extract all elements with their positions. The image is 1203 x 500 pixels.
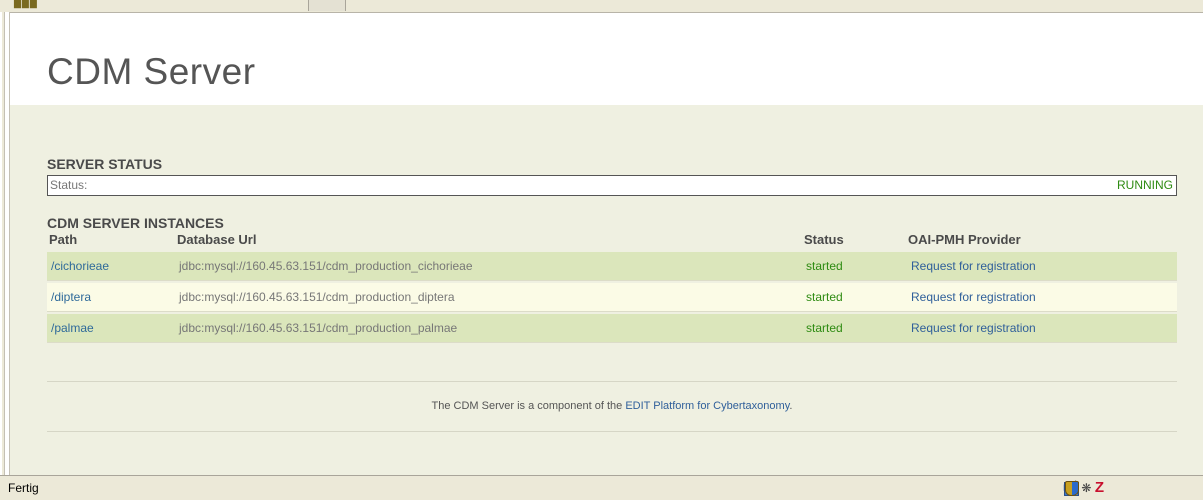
browser-window: ███ CDM Server SERVER STATUS Status: RUN… (0, 0, 1203, 500)
browser-statusbar: Fertig ✉1 ❋ Z (0, 475, 1203, 500)
browser-tab[interactable] (308, 0, 346, 11)
instance-path-link[interactable]: /palmae (51, 314, 94, 342)
footer-text-before: The CDM Server is a component of the (431, 400, 626, 412)
server-status-heading: SERVER STATUS (47, 156, 163, 172)
status-value: RUNNING (1117, 178, 1173, 192)
instance-status: started (806, 290, 843, 304)
instances-table: Path Database Url Status OAI-PMH Provide… (47, 230, 1177, 345)
column-header-status: Status (804, 232, 844, 247)
oai-registration-link[interactable]: Request for registration (911, 252, 1036, 280)
footer-divider-top (47, 381, 1177, 382)
column-header-database-url: Database Url (177, 232, 257, 247)
instance-path-link[interactable]: /diptera (51, 283, 91, 311)
instance-path-link[interactable]: /cichorieae (51, 252, 109, 280)
instance-database-url: jdbc:mysql://160.45.63.151/cdm_productio… (179, 290, 455, 304)
sidebar-edge (0, 12, 10, 475)
browser-toolbar: ███ (0, 0, 1203, 13)
toolbar-grip-icon[interactable]: ███ (14, 0, 48, 9)
bug-icon[interactable]: ❋ (1081, 481, 1091, 495)
table-row: /diptera jdbc:mysql://160.45.63.151/cdm_… (47, 283, 1177, 312)
instances-heading: CDM SERVER INSTANCES (47, 215, 224, 231)
table-header-row: Path Database Url Status OAI-PMH Provide… (47, 230, 1177, 252)
column-header-path: Path (49, 232, 78, 247)
table-row: /palmae jdbc:mysql://160.45.63.151/cdm_p… (47, 314, 1177, 343)
statusbar-tray: ✉1 ❋ Z (1063, 479, 1199, 497)
zotero-icon[interactable]: Z (1095, 479, 1104, 496)
table-row: /cichorieae jdbc:mysql://160.45.63.151/c… (47, 252, 1177, 281)
instance-status: started (806, 321, 843, 335)
footer-note: The CDM Server is a component of the EDI… (47, 400, 1177, 412)
status-label: Status: (50, 178, 88, 192)
oai-registration-link[interactable]: Request for registration (911, 314, 1036, 342)
server-status-box: Status: RUNNING (47, 175, 1177, 196)
page-title: CDM Server (47, 51, 256, 92)
instance-database-url: jdbc:mysql://160.45.63.151/cdm_productio… (179, 259, 473, 273)
main-content: SERVER STATUS Status: RUNNING CDM SERVER… (10, 105, 1203, 475)
column-header-oai: OAI-PMH Provider (908, 232, 1021, 247)
page-viewport: CDM Server SERVER STATUS Status: RUNNING… (10, 13, 1203, 475)
page-header: CDM Server (10, 13, 1203, 105)
footer-text-after: . (789, 400, 793, 412)
instance-database-url: jdbc:mysql://160.45.63.151/cdm_productio… (179, 321, 458, 335)
oai-registration-link[interactable]: Request for registration (911, 283, 1036, 311)
statusbar-text: Fertig (8, 481, 39, 495)
edit-platform-link[interactable]: EDIT Platform for Cybertaxonomy (625, 400, 789, 412)
instance-status: started (806, 259, 843, 273)
footer-divider-bottom (47, 431, 1177, 432)
